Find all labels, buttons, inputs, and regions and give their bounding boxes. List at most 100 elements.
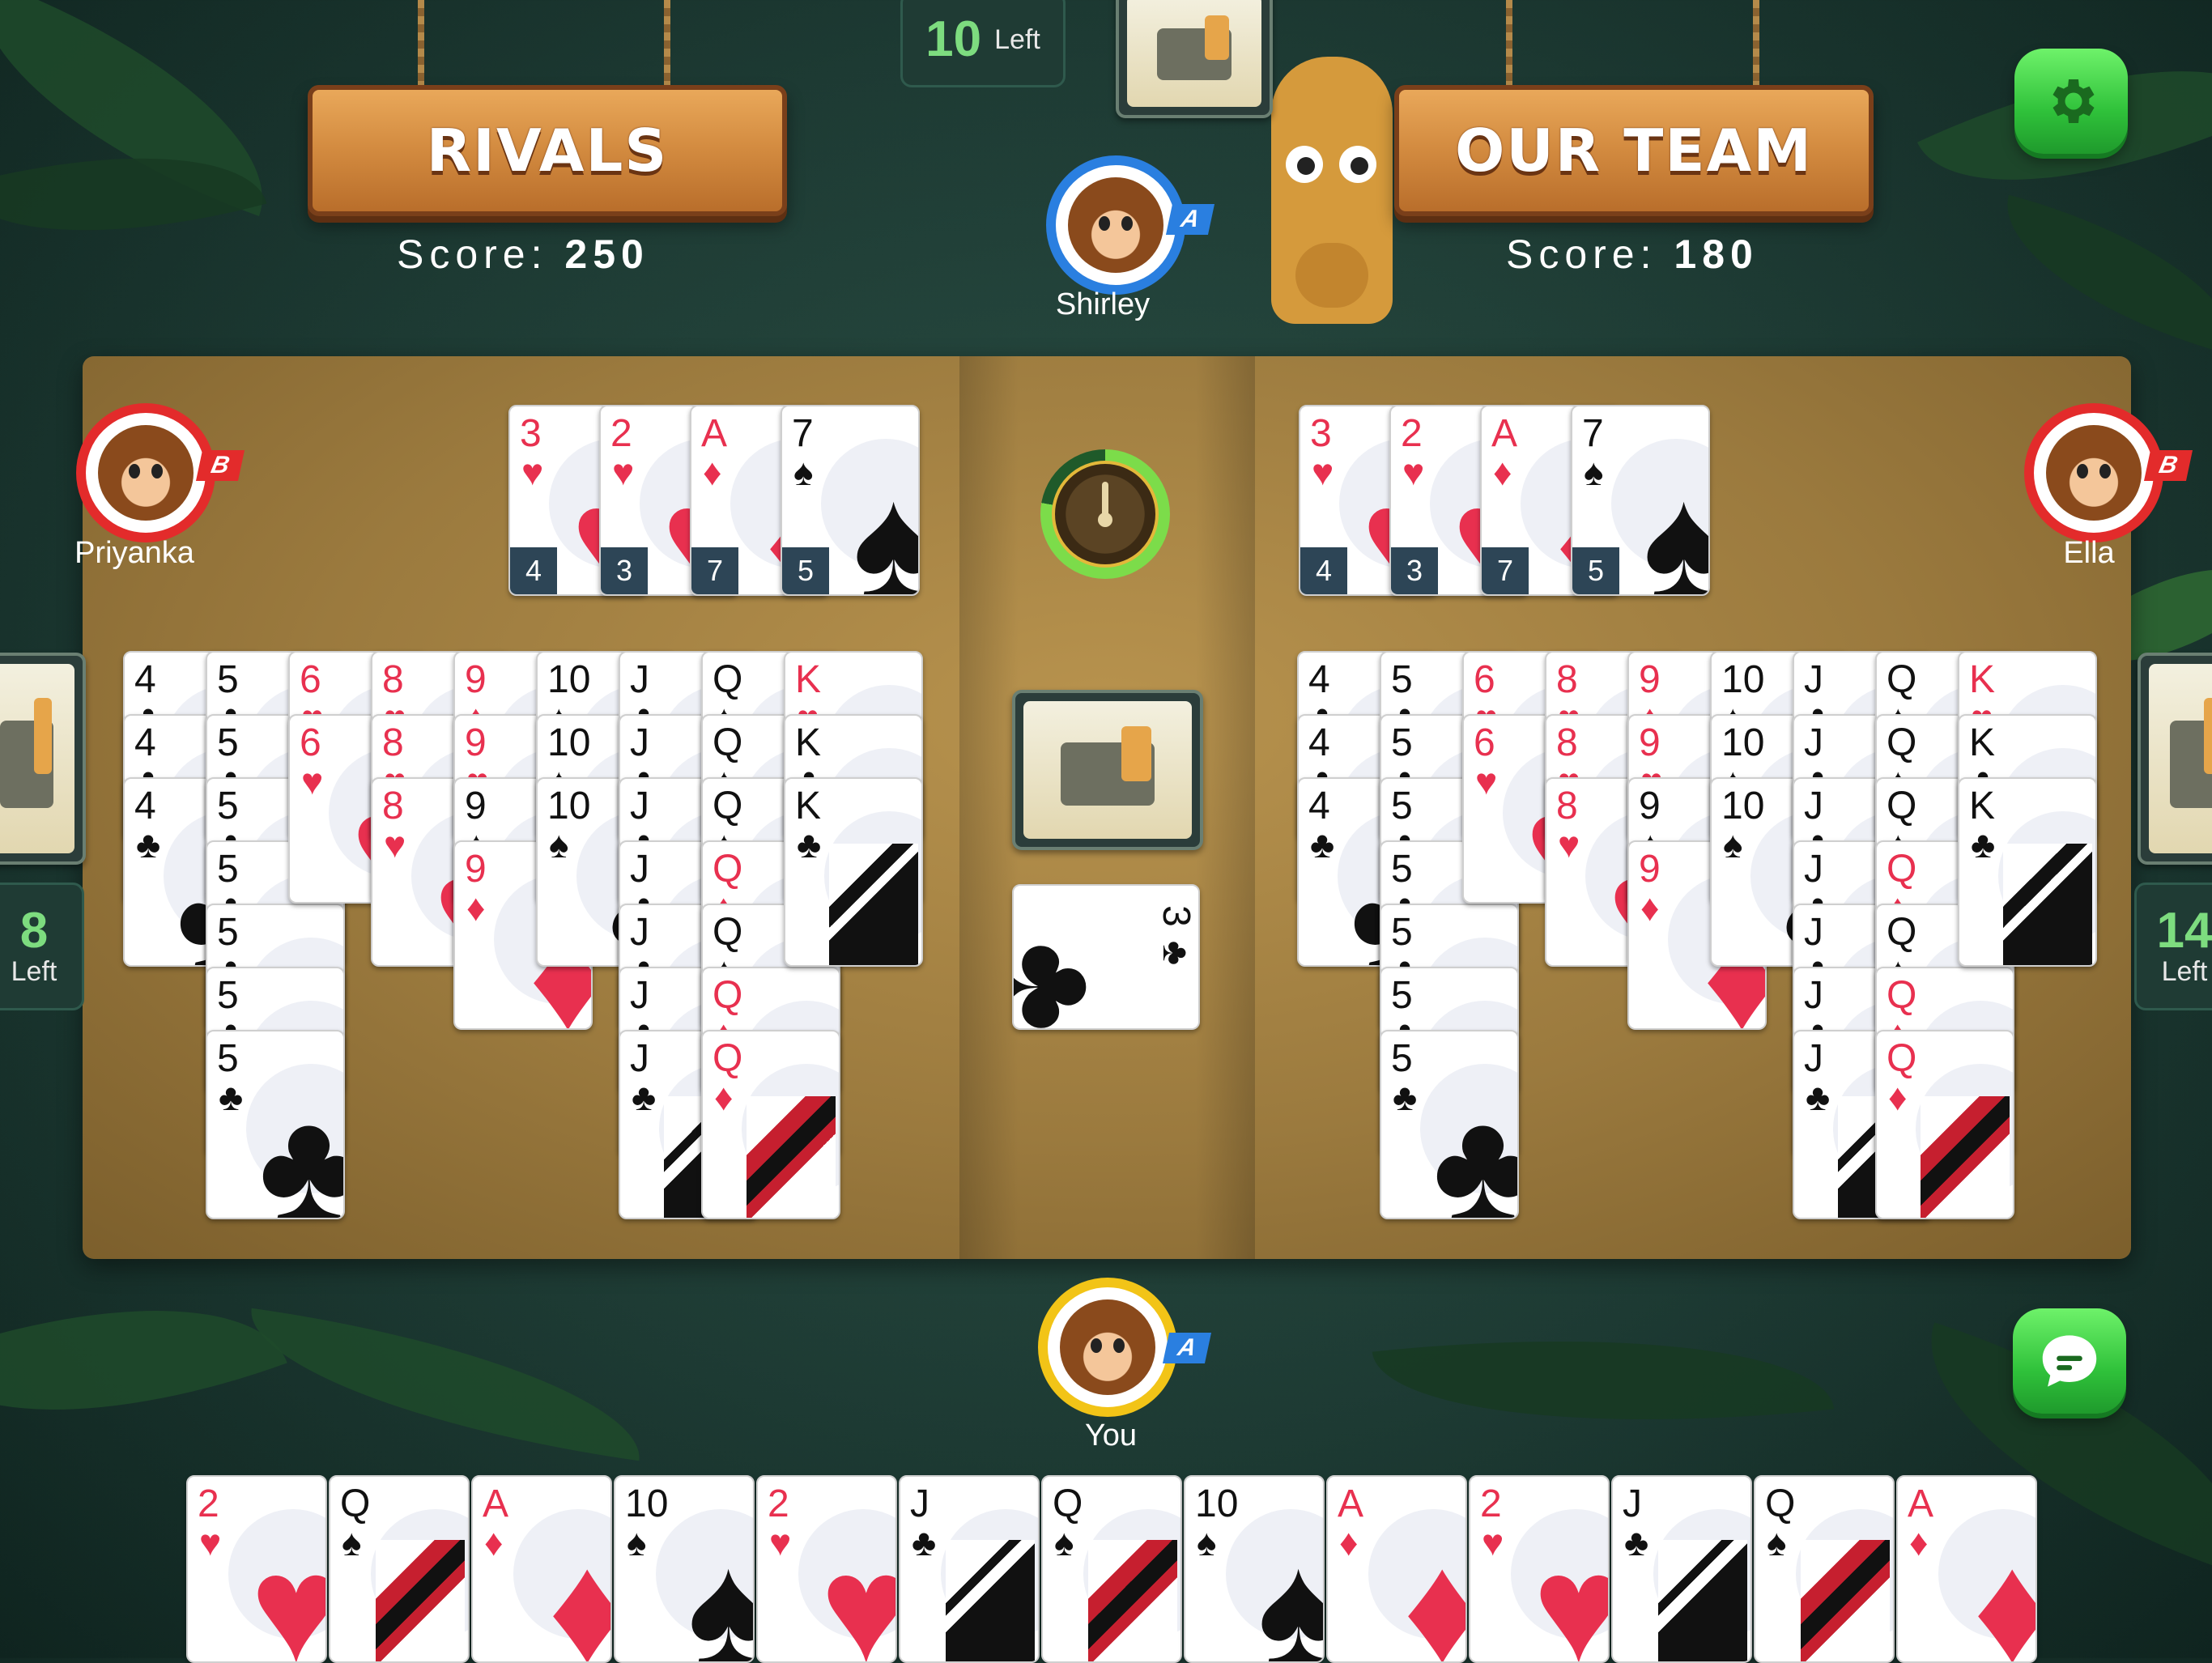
card-rank: 5	[1391, 848, 1413, 891]
hand-card[interactable]: ♠10♠	[1184, 1475, 1325, 1663]
top-player-deck	[1116, 0, 1273, 118]
hand-card[interactable]: ♦A♦	[471, 1475, 612, 1663]
card-rank: Q	[1887, 658, 1917, 701]
jungle-leaf-decoration	[1372, 1304, 1835, 1457]
sign-rope	[664, 0, 670, 89]
hand-card[interactable]: ♥2♥	[186, 1475, 327, 1663]
sign-rope	[1506, 0, 1512, 89]
card-rank: Q	[340, 1482, 371, 1525]
card-rank: 7	[1582, 412, 1604, 455]
card-big-suit: ♥	[250, 1532, 325, 1661]
chat-button[interactable]	[2013, 1308, 2126, 1414]
meld-count-badge: 3	[601, 547, 648, 594]
draw-deck[interactable]	[1012, 690, 1203, 850]
turn-timer	[1040, 449, 1170, 579]
card-rank: 5	[217, 785, 239, 827]
discard-rank: 3	[1155, 905, 1198, 927]
card-rank: 2	[1401, 412, 1423, 455]
hand-card[interactable]: ♥2♥	[1469, 1475, 1610, 1663]
hand-card[interactable]: ♠10♠	[614, 1475, 755, 1663]
card-suit: ♥	[769, 1521, 792, 1563]
hand-card[interactable]: Q ♠	[329, 1475, 470, 1663]
card-rank: K	[1969, 785, 1996, 827]
jungle-leaf-decoration	[1983, 194, 2212, 356]
face-card-figure	[1801, 1540, 1890, 1661]
card-rank: 10	[547, 785, 591, 827]
card-rank: 9	[1639, 848, 1661, 891]
card-big-suit: ♠	[853, 465, 918, 594]
card-rank: J	[1804, 974, 1823, 1017]
card-big-suit: ♣	[258, 1088, 343, 1218]
card-suit: ♦	[484, 1521, 504, 1563]
our-team-score-value: 180	[1674, 232, 1759, 277]
meld-count-badge: 4	[1300, 547, 1347, 594]
hand-card[interactable]: J ♣	[899, 1475, 1040, 1663]
card-rank: K	[795, 785, 822, 827]
meld-count-badge: 4	[510, 547, 557, 594]
card-rank: J	[630, 721, 649, 764]
settings-button[interactable]	[2014, 49, 2128, 154]
card-rank: 5	[217, 721, 239, 764]
card-rank: Q	[713, 911, 743, 954]
face-card-figure	[376, 1540, 465, 1661]
card-rank: Q	[713, 1037, 743, 1080]
our-team-sign: OUR TEAM	[1394, 85, 1874, 216]
card-suit: ♣	[1624, 1521, 1649, 1563]
meld-count-badge: 5	[782, 547, 829, 594]
draw-pile-count: 10	[925, 11, 982, 67]
right-player-left-label: Left	[2161, 955, 2208, 987]
card-suit: ♠	[627, 1521, 647, 1563]
card-rank: Q	[713, 721, 743, 764]
hand-card[interactable]: ♦A♦	[1326, 1475, 1467, 1663]
card-rank: 6	[300, 721, 321, 764]
card-rank: 5	[217, 848, 239, 891]
hand-card[interactable]: ♥2♥	[756, 1475, 897, 1663]
jungle-leaf-decoration	[238, 1308, 653, 1461]
card-rank: 5	[217, 658, 239, 701]
face-card-figure	[1088, 1540, 1177, 1661]
card-rank: 4	[134, 658, 156, 701]
rivals-sign: RIVALS	[308, 85, 787, 216]
discard-pile-card[interactable]: 3 ♣ ♣	[1012, 884, 1200, 1030]
hand-card[interactable]: Q ♠	[1754, 1475, 1895, 1663]
face-card-figure	[747, 1096, 836, 1218]
card-rank: 5	[1391, 911, 1413, 954]
right-player-deck	[2138, 653, 2212, 865]
card-rank: Q	[1053, 1482, 1083, 1525]
rivals-score-value: 250	[564, 232, 649, 277]
player-name-ella: Ella	[2063, 536, 2115, 570]
player-tag-priyanka: B	[195, 450, 245, 481]
hand-card[interactable]: ♦A♦	[1896, 1475, 2037, 1663]
chat-bubble-icon	[2042, 1335, 2097, 1387]
left-player-cards-left: 8 Left	[0, 883, 84, 1010]
card-rank: 10	[1721, 721, 1765, 764]
card-rank: 10	[547, 658, 591, 701]
jungle-leaf-decoration	[0, 1241, 287, 1479]
card-rank: J	[630, 974, 649, 1017]
card-big-suit: ♦	[1973, 1532, 2035, 1661]
card-rank: J	[630, 911, 649, 954]
card-rank: 8	[382, 721, 404, 764]
card-rank: J	[630, 1037, 649, 1080]
card-rank: 10	[547, 721, 591, 764]
card-rank: J	[1804, 785, 1823, 827]
card-rank: Q	[1887, 974, 1917, 1017]
card-rank: Q	[713, 848, 743, 891]
card-suit: ♣	[1310, 823, 1335, 866]
meld-count-badge: 3	[1391, 547, 1438, 594]
hand-card[interactable]: J ♣	[1611, 1475, 1752, 1663]
card-rank: 9	[465, 658, 487, 701]
card-suit: ♦	[714, 1076, 734, 1118]
card-big-suit: ♥	[1533, 1532, 1608, 1661]
card-suit: ♦	[1339, 1521, 1359, 1563]
card-rank: Q	[1887, 848, 1917, 891]
card-rank: 7	[792, 412, 814, 455]
hand-card[interactable]: Q ♠	[1041, 1475, 1182, 1663]
card-rank: 5	[217, 974, 239, 1017]
card-big-suit: ♦	[548, 1532, 610, 1661]
card-big-suit: ♣	[1432, 1088, 1517, 1218]
card-suit: ♥	[612, 451, 635, 493]
card-rank: 6	[300, 658, 321, 701]
card-rank: A	[1908, 1482, 1934, 1525]
right-player-count: 14	[2156, 902, 2212, 959]
